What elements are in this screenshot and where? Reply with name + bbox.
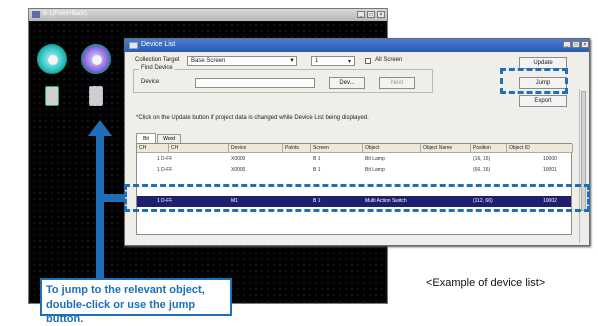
callout-line-1: To jump to the relevant object, — [46, 284, 205, 296]
callout-line-2: double-click or use the jump button. — [46, 299, 196, 325]
column-header[interactable]: Position — [471, 144, 507, 153]
table-cell: Bit Lamp — [365, 156, 385, 162]
window-icon — [32, 11, 40, 18]
table-cell: B 1 — [313, 167, 321, 173]
column-header[interactable]: Object Name — [421, 144, 471, 153]
column-header[interactable]: Device — [229, 144, 283, 153]
chevron-down-icon: ▼ — [289, 58, 295, 64]
next-button[interactable]: Next — [379, 77, 415, 89]
screen-number-value: 1 — [315, 58, 319, 64]
maximize-button[interactable]: □ — [367, 11, 375, 18]
minimize-button[interactable]: _ — [357, 11, 365, 18]
all-screen-label: All Screen — [375, 57, 403, 63]
table-cell: X0000 — [231, 156, 246, 162]
multi-action-switch[interactable] — [89, 86, 103, 106]
screen-editor-titlebar: B-1(Front+Back) _ □ × — [29, 9, 387, 21]
screen-editor-title: B-1(Front+Back) — [43, 11, 88, 17]
column-header[interactable]: Object ID — [507, 144, 573, 153]
column-header[interactable]: Object — [363, 144, 421, 153]
table-cell: D-FF — [161, 156, 173, 162]
column-header[interactable]: Points — [283, 144, 311, 153]
table-cell: 10000 — [543, 156, 557, 162]
collection-target-label: Collection Target — [135, 57, 180, 63]
table-row[interactable]: 1 D-FF X0000 B 1 Bit Lamp (16, 16) 10000 — [137, 155, 571, 164]
selected-row-highlight — [124, 184, 590, 212]
column-header[interactable]: Screen — [311, 144, 363, 153]
device-label: Device — [141, 79, 160, 85]
collection-target-value: Base Screen — [191, 58, 226, 64]
dev-button[interactable]: Dev... — [329, 77, 365, 89]
find-device-label: Find Device — [139, 65, 175, 71]
column-header[interactable]: CH — [169, 144, 229, 153]
device-input[interactable] — [195, 78, 315, 88]
bit-lamp-1[interactable] — [37, 44, 67, 74]
device-list-titlebar: Device List _ □ × — [125, 39, 589, 52]
close-button[interactable]: × — [581, 41, 589, 48]
instruction-callout: To jump to the relevant object, double-c… — [40, 278, 232, 325]
tab-word[interactable]: Word — [157, 134, 181, 143]
screen-number-spinner[interactable]: 1 ▾ — [311, 56, 355, 66]
bit-lamp-2[interactable] — [81, 44, 111, 74]
switch-object-1[interactable] — [45, 86, 59, 106]
table-cell: (66, 16) — [473, 167, 491, 173]
maximize-button[interactable]: □ — [572, 41, 580, 48]
spinner-icon: ▾ — [348, 59, 352, 65]
figure-caption: <Example of device list> — [426, 277, 546, 289]
all-screen-checkbox[interactable] — [365, 58, 371, 64]
collection-target-select[interactable]: Base Screen ▼ — [187, 56, 297, 66]
minimize-button[interactable]: _ — [563, 41, 571, 48]
export-button[interactable]: Export — [519, 95, 567, 107]
table-cell: X0000 — [231, 167, 246, 173]
update-note: *Click on the Update button if project d… — [136, 115, 369, 121]
window-icon — [129, 42, 138, 49]
vertical-scrollbar[interactable] — [579, 89, 587, 243]
table-cell: B 1 — [313, 156, 321, 162]
table-row[interactable]: 1 D-FF X0000 B 1 Bit Lamp (66, 16) 10001 — [137, 166, 571, 175]
lamp-highlight-icon — [48, 55, 58, 65]
device-list-title: Device List — [141, 41, 176, 48]
table-cell: 10001 — [543, 167, 557, 173]
lamp-highlight-icon — [92, 55, 102, 65]
table-cell: Bit Lamp — [365, 167, 385, 173]
table-cell: (16, 16) — [473, 156, 491, 162]
table-cell: D-FF — [161, 167, 173, 173]
jump-button-highlight — [500, 68, 568, 94]
close-button[interactable]: × — [377, 11, 385, 18]
arrow-icon — [88, 120, 124, 280]
